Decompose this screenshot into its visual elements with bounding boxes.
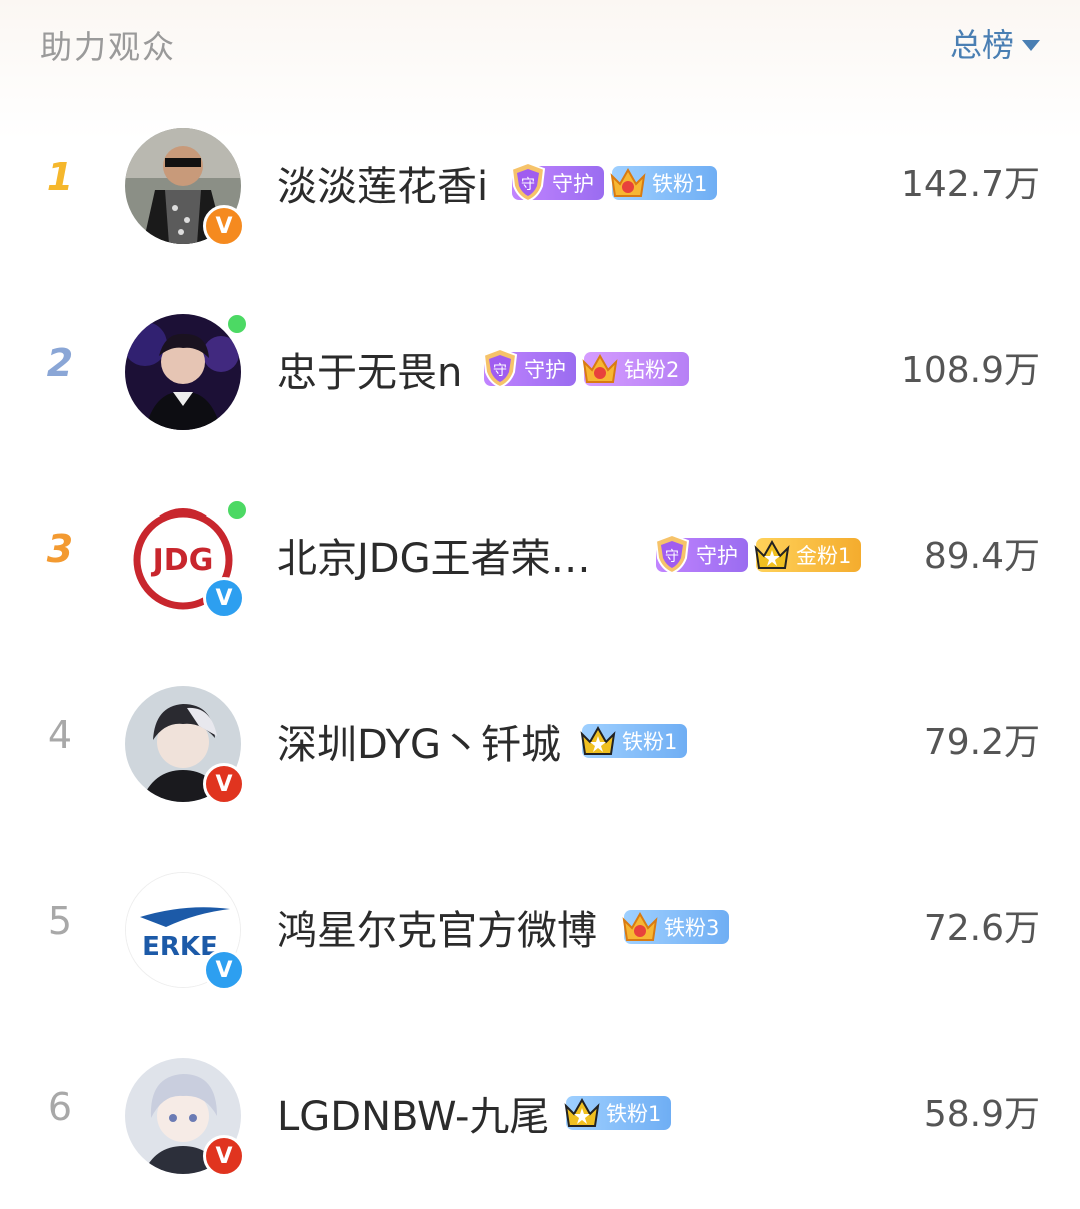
name-group: LGDNBW-九尾 (277, 1078, 549, 1148)
v-icon: V (215, 1143, 233, 1169)
score: 58.9万 (923, 1094, 1040, 1135)
verified-badge: V (203, 763, 245, 805)
crown-icon (622, 911, 658, 941)
list-item[interactable]: 3 JDG V 北京JDG王者荣… 守 守护 金粉1 89.4万 (0, 465, 1080, 651)
user-name[interactable]: LGDNBW-九尾 (277, 1084, 549, 1142)
svg-text:JDG: JDG (151, 543, 214, 578)
guard-badge[interactable]: 守 守护 (654, 533, 748, 575)
name-group: 鸿星尔克官方微博 (277, 892, 597, 962)
sort-dropdown[interactable]: 总榜 (950, 20, 1040, 66)
fan-badge[interactable]: 铁粉1 (610, 166, 718, 200)
badge-label: 铁粉1 (606, 1102, 662, 1126)
list-item[interactable]: 5 ERKE V 鸿星尔克官方微博 铁粉3 72.6万 (0, 837, 1080, 1023)
header: 助力观众 总榜 (0, 0, 1080, 90)
fan-badge[interactable]: 铁粉3 (622, 910, 730, 944)
v-icon: V (215, 771, 233, 797)
crown-icon (610, 167, 646, 197)
name-group: 忠于无畏n (277, 334, 462, 404)
badge-label: 铁粉1 (652, 172, 708, 196)
list-item[interactable]: 2 忠于无畏n 守 守护 钻粉2 108.9万 (0, 279, 1080, 465)
fan-badge[interactable]: 金粉1 (754, 538, 862, 572)
score: 108.9万 (900, 350, 1040, 391)
sort-label: 总榜 (949, 26, 1014, 64)
rank-number: 1 (46, 155, 74, 199)
shield-icon: 守 (654, 533, 690, 575)
user-name[interactable]: 深圳DYG丶钎城 (277, 712, 561, 770)
v-icon: V (215, 213, 233, 239)
name-group: 深圳DYG丶钎城 (277, 706, 561, 776)
svg-text:守: 守 (521, 177, 535, 193)
list-item[interactable]: 1 V 淡淡莲花香i 守 守护 铁粉1 142.7万 (0, 93, 1080, 279)
badge-label: 守护 (524, 358, 566, 382)
crown-icon (564, 1097, 600, 1127)
rank-number: 4 (47, 713, 73, 757)
badge-label: 铁粉3 (664, 916, 720, 940)
badge-list: 守 守护 钻粉2 (482, 347, 690, 389)
verified-badge: V (203, 949, 245, 991)
badge-list: 守 守护 金粉1 (654, 533, 862, 575)
badge-label: 守护 (552, 172, 594, 196)
verified-badge: V (203, 577, 245, 619)
shield-icon: 守 (510, 161, 546, 203)
page-title: 助力观众 (40, 28, 177, 66)
rank-number: 2 (46, 341, 74, 385)
list-item[interactable]: 6 V LGDNBW-九尾 铁粉1 58.9万 (0, 1023, 1080, 1209)
guard-badge[interactable]: 守 守护 (482, 347, 576, 389)
badge-list: 守 守护 铁粉1 (510, 161, 718, 203)
user-name[interactable]: 淡淡莲花香i (277, 154, 488, 212)
name-group: 北京JDG王者荣… (277, 520, 591, 590)
rank-number: 6 (47, 1085, 73, 1129)
shield-icon: 守 (482, 347, 518, 389)
crown-icon (754, 539, 790, 569)
user-name[interactable]: 忠于无畏n (277, 340, 462, 398)
rank-number: 5 (47, 899, 73, 943)
name-group: 淡淡莲花香i (277, 148, 488, 218)
crown-icon (582, 353, 618, 383)
guard-badge[interactable]: 守 守护 (510, 161, 604, 203)
fan-badge[interactable]: 铁粉1 (580, 724, 688, 758)
badge-label: 金粉1 (796, 544, 852, 568)
badge-label: 守护 (696, 544, 738, 568)
user-name[interactable]: 北京JDG王者荣… (277, 526, 591, 584)
v-icon: V (215, 957, 233, 983)
score: 72.6万 (923, 908, 1040, 949)
badge-list: 铁粉1 (564, 1093, 672, 1133)
fan-badge[interactable]: 铁粉1 (564, 1096, 672, 1130)
svg-text:守: 守 (665, 549, 679, 565)
rank-number: 3 (46, 527, 74, 571)
v-icon: V (215, 585, 233, 611)
score: 89.4万 (923, 536, 1040, 577)
score: 142.7万 (900, 164, 1040, 205)
badge-list: 铁粉1 (580, 721, 688, 761)
online-dot (225, 312, 249, 336)
svg-text:守: 守 (493, 363, 507, 379)
fan-badge[interactable]: 钻粉2 (582, 352, 690, 386)
avatar[interactable] (125, 314, 241, 430)
score: 79.2万 (923, 722, 1040, 763)
chevron-down-icon (1022, 39, 1040, 51)
user-name[interactable]: 鸿星尔克官方微博 (277, 898, 597, 956)
online-dot (225, 498, 249, 522)
badge-list: 铁粉3 (622, 907, 730, 947)
verified-badge: V (203, 1135, 245, 1177)
badge-label: 铁粉1 (622, 730, 678, 754)
crown-icon (580, 725, 616, 755)
badge-label: 钻粉2 (624, 358, 680, 382)
verified-badge: V (203, 205, 245, 247)
list-item[interactable]: 4 V 深圳DYG丶钎城 铁粉1 79.2万 (0, 651, 1080, 837)
